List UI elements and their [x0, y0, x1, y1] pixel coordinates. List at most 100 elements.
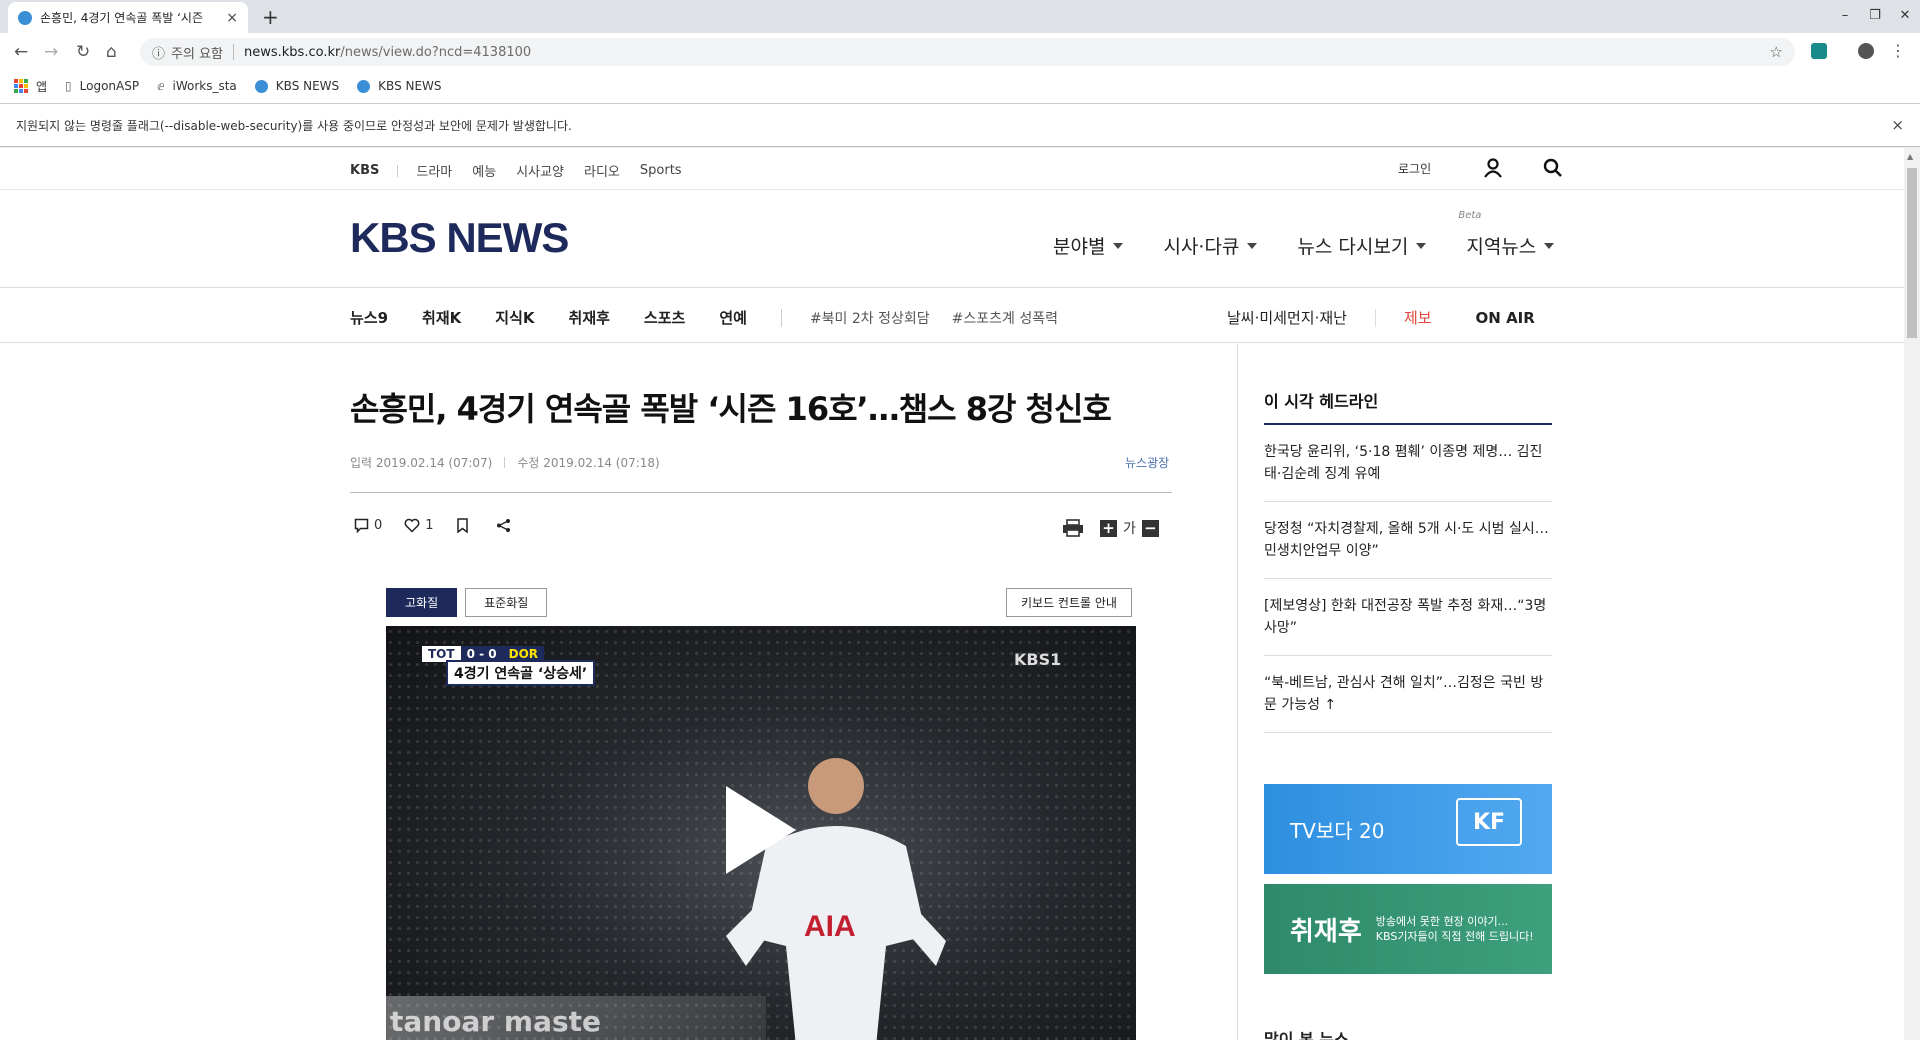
headline-item[interactable]: 한국당 윤리위, ‘5·18 폄훼’ 이종명 제명… 김진태·김순례 징계 유예 [1264, 433, 1552, 502]
restore-button[interactable]: ❐ [1860, 0, 1890, 30]
browser-tab[interactable]: 손흥민, 4경기 연속골 폭발 ‘시즌 × [8, 2, 248, 33]
gnb-news-replay[interactable]: 뉴스 다시보기 [1297, 232, 1427, 259]
font-decrease-button[interactable]: − [1141, 519, 1159, 537]
kbs-news-logo[interactable]: KBS NEWS [350, 214, 569, 262]
kbs-home-link[interactable]: KBS [350, 163, 379, 178]
column-divider [1237, 344, 1238, 1040]
main-navigation: 분야별 시사·다큐 뉴스 다시보기 Beta 지역뉴스 [1053, 210, 1555, 259]
extension-icon[interactable] [1811, 43, 1827, 59]
bookmark-label: 앱 [36, 79, 48, 94]
video-player[interactable]: TOT 0 - 0 DOR 4경기 연속골 ‘상승세’ KBS1 AIA tan… [386, 626, 1136, 1040]
close-window-button[interactable]: ✕ [1890, 0, 1920, 30]
meta-divider [504, 457, 506, 468]
subnav-entertainment[interactable]: 연예 [719, 307, 747, 328]
headline-list: 한국당 윤리위, ‘5·18 폄훼’ 이종명 제명… 김진태·김순례 징계 유예… [1264, 433, 1552, 741]
gnb-local-news[interactable]: Beta 지역뉴스 [1458, 210, 1555, 259]
back-button[interactable]: ← [14, 42, 28, 62]
page-scrollbar[interactable]: ▲ [1904, 148, 1920, 1040]
tv-banner[interactable]: TV보다 20 KF [1264, 784, 1552, 874]
login-link[interactable]: 로그인 [1398, 160, 1431, 177]
gnb-current-affairs[interactable]: 시사·다큐 [1163, 232, 1258, 259]
service-link-drama[interactable]: 드라마 [416, 161, 452, 180]
util-divider [397, 164, 399, 177]
gnb-by-field[interactable]: 분야별 [1053, 232, 1124, 259]
new-tab-button[interactable]: + [262, 5, 279, 29]
onair-link[interactable]: ON AIR [1476, 309, 1535, 327]
bookmark-label: LogonASP [79, 79, 140, 93]
service-link-sports[interactable]: Sports [640, 163, 682, 178]
input-date: 입력 2019.02.14 (07:07) [350, 456, 493, 470]
scroll-up-icon[interactable]: ▲ [1907, 152, 1913, 161]
print-icon[interactable] [1062, 519, 1084, 537]
home-button[interactable]: ⌂ [106, 42, 117, 62]
bookmarks-bar: 앱 ▯ LogonASP ⅇ iWorks_sta KBS NEWS KBS N… [0, 71, 1920, 101]
omnibox-divider [233, 44, 234, 60]
after-report-sub-line1: 방송에서 못한 현장 이야기... [1375, 915, 1509, 928]
subnav-k-knowledge[interactable]: 지식K [495, 307, 534, 328]
tab-close-icon[interactable]: × [226, 10, 238, 26]
apps-grid-icon [14, 79, 28, 93]
feather-icon: ⅇ [157, 79, 165, 93]
service-link-radio[interactable]: 라디오 [584, 161, 620, 180]
headline-item[interactable]: [제보영상] 한화 대전공장 폭발 추정 화재…“3명 사망” [1264, 587, 1552, 656]
bookmark-iworks[interactable]: ⅇ iWorks_sta [157, 79, 237, 93]
reload-button[interactable]: ↻ [76, 42, 90, 62]
service-link-current-affairs[interactable]: 시사교양 [516, 161, 564, 180]
hashtag-sports-abuse[interactable]: #스포츠계 성폭력 [952, 308, 1058, 328]
bookmark-star-icon[interactable]: ☆ [1770, 43, 1783, 61]
bookmark-logonasp[interactable]: ▯ LogonASP [65, 79, 139, 93]
article-category-link[interactable]: 뉴스광장 [1125, 454, 1169, 471]
bookmark-label: KBS NEWS [275, 79, 340, 93]
forward-button[interactable]: → [44, 42, 58, 62]
after-report-title: 취재후 [1290, 916, 1362, 947]
quality-standard-button[interactable]: 표준화질 [465, 588, 548, 617]
share-button[interactable] [496, 518, 516, 533]
browser-toolbar: ← → ↻ ⌂ ⓘ 주의 요함 news.kbs.co.kr /news/vie… [0, 33, 1920, 71]
profile-icon[interactable] [1858, 43, 1874, 59]
subnav-sports[interactable]: 스포츠 [644, 307, 685, 328]
page-icon: ▯ [65, 79, 72, 93]
search-icon[interactable] [1543, 158, 1563, 178]
like-count: 1 [425, 518, 434, 533]
subnav-news9[interactable]: 뉴스9 [350, 307, 388, 328]
comment-count: 0 [374, 518, 383, 533]
user-icon[interactable] [1483, 158, 1503, 178]
url-path: /news/view.do?ncd=4138100 [340, 44, 532, 60]
headline-item[interactable]: “북-베트남, 관심사 견해 일치”…김정은 국빈 방문 가능성 ↑ [1264, 664, 1552, 733]
subnav-k-report[interactable]: 취재K [422, 307, 461, 328]
site-info-icon[interactable]: ⓘ [152, 43, 165, 62]
font-size-label: 가 [1123, 521, 1136, 537]
subnav-after-report[interactable]: 취재후 [569, 307, 610, 328]
font-increase-button[interactable]: + [1100, 519, 1117, 537]
heart-icon [404, 518, 420, 533]
after-report-banner[interactable]: 취재후 방송에서 못한 현장 이야기... KBS기자들이 직접 전해 드립니다… [1264, 884, 1552, 974]
subnav-divider [1374, 308, 1376, 327]
comment-button[interactable]: 0 [354, 518, 382, 533]
bookmark-apps[interactable]: 앱 [14, 78, 47, 95]
bookmark-kbs-news-2[interactable]: KBS NEWS [357, 79, 442, 93]
article-meta: 입력 2019.02.14 (07:07) 수정 2019.02.14 (07:… [350, 454, 660, 471]
address-bar[interactable]: ⓘ 주의 요함 news.kbs.co.kr /news/view.do?ncd… [140, 38, 1795, 66]
globe-icon [254, 79, 268, 93]
kf-logo: KF [1456, 798, 1522, 846]
headline-item[interactable]: 당정청 “자치경찰제, 올해 5개 시·도 시범 실시…민생치안업무 이양” [1264, 510, 1552, 579]
bookmark-button[interactable] [456, 518, 474, 533]
most-viewed-title: 많이 본 뉴스 [1264, 1030, 1349, 1040]
hashtag-summit[interactable]: #북미 2차 정상회담 [810, 308, 930, 328]
service-link-entertainment[interactable]: 예능 [472, 161, 496, 180]
play-icon[interactable] [726, 786, 796, 874]
infobar-close-icon[interactable]: × [1891, 116, 1904, 134]
scrollbar-thumb[interactable] [1907, 168, 1917, 338]
comment-icon [354, 518, 369, 533]
tip-link[interactable]: 제보 [1404, 307, 1432, 328]
menu-icon[interactable]: ⋮ [1890, 43, 1906, 59]
browser-tabbar: 손흥민, 4경기 연속골 폭발 ‘시즌 × + – ❐ ✕ [0, 0, 1920, 33]
url-host: news.kbs.co.kr [244, 44, 341, 60]
minimize-button[interactable]: – [1830, 0, 1860, 30]
like-button[interactable]: 1 [404, 518, 434, 533]
bookmark-kbs-news-1[interactable]: KBS NEWS [254, 79, 340, 93]
quality-high-button[interactable]: 고화질 [386, 588, 458, 617]
caret-down-icon [1113, 242, 1124, 249]
weather-link[interactable]: 날씨·미세먼지·재난 [1227, 307, 1347, 328]
keyboard-guide-button[interactable]: 키보드 컨트롤 안내 [1006, 588, 1132, 617]
